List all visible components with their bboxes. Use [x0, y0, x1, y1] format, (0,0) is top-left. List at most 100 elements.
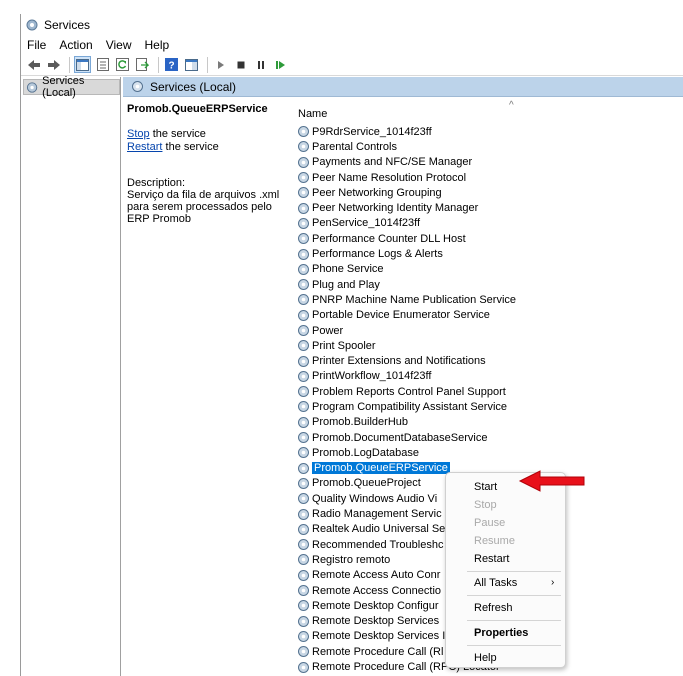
service-row[interactable]: PenService_1014f23ff — [297, 216, 683, 231]
gear-icon — [26, 81, 38, 93]
service-name: Problem Reports Control Panel Support — [312, 385, 506, 398]
menu-separator — [467, 620, 561, 621]
menu-action[interactable]: Action — [59, 38, 92, 52]
console-tree-icon — [76, 58, 89, 71]
service-row[interactable]: PNRP Machine Name Publication Service — [297, 292, 683, 307]
console-tree: Services (Local) — [21, 75, 121, 676]
sort-indicator: ^ — [509, 100, 514, 111]
resume-service-button[interactable] — [272, 56, 289, 73]
service-row[interactable]: Performance Counter DLL Host — [297, 231, 683, 246]
service-row[interactable]: Payments and NFC/SE Manager — [297, 155, 683, 170]
service-row[interactable]: P9RdrService_1014f23ff — [297, 124, 683, 139]
restart-link-rest: the service — [162, 141, 219, 153]
menu-separator — [467, 571, 561, 572]
service-name: Portable Device Enumerator Service — [312, 309, 490, 322]
service-name: PenService_1014f23ff — [312, 217, 421, 230]
help-icon: ? — [165, 58, 178, 71]
gear-icon — [298, 187, 309, 199]
menu-refresh[interactable]: Refresh — [474, 602, 513, 614]
pause-service-button[interactable] — [252, 56, 269, 73]
service-row[interactable]: PrintWorkflow_1014f23ff — [297, 369, 683, 384]
gear-icon — [298, 325, 309, 336]
restart-link[interactable]: Restart — [127, 141, 162, 153]
gear-icon — [298, 462, 309, 474]
menu-all-tasks[interactable]: All Tasks — [474, 577, 517, 589]
gear-icon — [298, 263, 309, 275]
show-hide-button[interactable] — [183, 56, 200, 73]
column-header-name[interactable]: Name — [298, 108, 327, 120]
help-button[interactable]: ? — [163, 56, 180, 73]
menu-help[interactable]: Help — [145, 38, 170, 52]
menu-properties[interactable]: Properties — [474, 627, 528, 639]
service-name: Peer Networking Grouping — [312, 186, 442, 199]
gear-icon — [298, 141, 309, 153]
service-row[interactable]: Phone Service — [297, 262, 683, 277]
service-row[interactable]: Plug and Play — [297, 277, 683, 292]
gear-icon — [298, 370, 309, 382]
service-row[interactable]: Parental Controls — [297, 139, 683, 154]
service-row[interactable]: Promob.DocumentDatabaseService — [297, 430, 683, 445]
menu-bar: File Action View Help — [21, 36, 683, 54]
menu-resume: Resume — [474, 535, 515, 547]
menu-start[interactable]: Start — [474, 481, 497, 493]
red-arrow-annotation — [518, 470, 585, 492]
gear-icon — [298, 172, 309, 184]
service-name: Promob.DocumentDatabaseService — [312, 431, 488, 444]
service-row[interactable]: Peer Name Resolution Protocol — [297, 170, 683, 185]
gear-icon — [298, 401, 309, 413]
service-name: Remote Desktop Services — [312, 615, 440, 628]
svg-text:?: ? — [168, 61, 174, 72]
service-name: Radio Management Servic — [312, 508, 442, 521]
service-name: Remote Desktop Configur — [312, 599, 439, 612]
console-tree-button[interactable] — [74, 56, 91, 73]
content-header-label: Services (Local) — [150, 79, 237, 94]
service-row[interactable]: Problem Reports Control Panel Support — [297, 384, 683, 399]
service-row[interactable]: Power — [297, 323, 683, 338]
menu-separator — [467, 595, 561, 596]
stop-service-button[interactable] — [232, 56, 249, 73]
service-name: Print Spooler — [312, 339, 376, 352]
service-row[interactable]: Program Compatibility Assistant Service — [297, 399, 683, 414]
service-name: Performance Logs & Alerts — [312, 248, 443, 261]
window-title: Services — [44, 18, 91, 32]
service-actions: Stop the service Restart the service — [127, 128, 289, 154]
gear-icon — [298, 309, 309, 321]
tree-item-label: Services (Local) — [42, 75, 85, 99]
back-icon — [27, 59, 40, 70]
stop-link[interactable]: Stop — [127, 128, 150, 140]
gear-icon — [132, 81, 143, 92]
menu-file[interactable]: File — [27, 38, 46, 52]
selected-service-title: Promob.QueueERPService — [127, 103, 268, 115]
service-name: Payments and NFC/SE Manager — [312, 156, 473, 169]
service-name: Quality Windows Audio Vi — [312, 492, 438, 505]
description-text: Serviço da fila de arquivos .xml para se… — [127, 189, 280, 225]
service-row[interactable]: Peer Networking Identity Manager — [297, 200, 683, 215]
service-name: Power — [312, 324, 344, 337]
gear-icon — [298, 615, 309, 627]
service-row[interactable]: Promob.BuilderHub — [297, 415, 683, 430]
tree-item-services-local[interactable]: Services (Local) — [23, 75, 120, 99]
menu-separator — [467, 645, 561, 646]
properties-button[interactable] — [94, 56, 111, 73]
service-row[interactable]: Print Spooler — [297, 338, 683, 353]
properties-icon — [96, 58, 109, 71]
menu-restart[interactable]: Restart — [474, 553, 509, 565]
service-row[interactable]: Performance Logs & Alerts — [297, 246, 683, 261]
toolbar: ? — [21, 54, 683, 76]
refresh-button[interactable] — [114, 56, 131, 73]
service-row[interactable]: Printer Extensions and Notifications — [297, 353, 683, 368]
service-name: Promob.LogDatabase — [312, 446, 420, 459]
forward-button[interactable] — [45, 56, 62, 73]
menu-view[interactable]: View — [106, 38, 132, 52]
menu-stop: Stop — [474, 499, 497, 511]
gear-icon — [298, 233, 309, 245]
service-row[interactable]: Promob.LogDatabase — [297, 445, 683, 460]
service-name: Remote Desktop Services I — [312, 630, 446, 643]
back-button[interactable] — [25, 56, 42, 73]
service-row[interactable]: Peer Networking Grouping — [297, 185, 683, 200]
gear-icon — [298, 600, 309, 612]
menu-help[interactable]: Help — [474, 652, 497, 664]
start-service-button[interactable] — [212, 56, 229, 73]
export-list-button[interactable] — [134, 56, 151, 73]
service-row[interactable]: Portable Device Enumerator Service — [297, 308, 683, 323]
